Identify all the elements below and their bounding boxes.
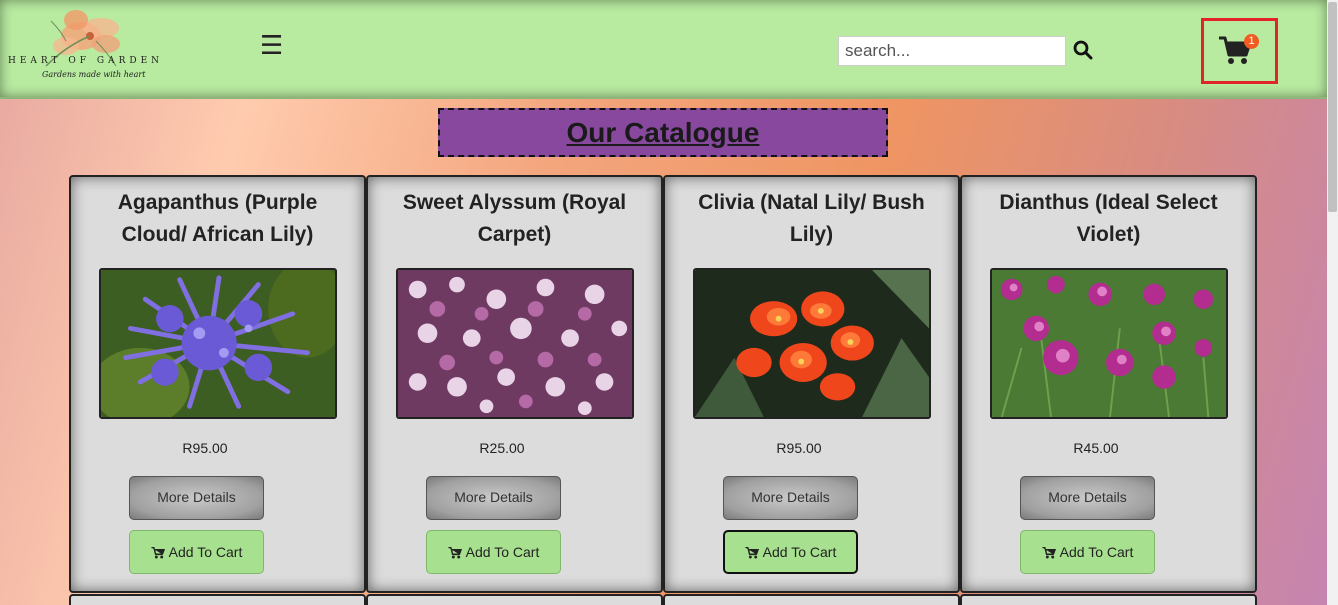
add-to-cart-button[interactable]: Add To Cart xyxy=(1020,530,1155,574)
product-name: Agapanthus (Purple Cloud/ African Lily) xyxy=(117,191,318,246)
more-details-button[interactable]: More Details xyxy=(1020,476,1155,520)
product-card-next-row xyxy=(366,594,663,605)
site-header: HEART OF GARDEN Gardens made with heart … xyxy=(0,0,1327,99)
logo-tagline: Gardens made with heart xyxy=(42,70,146,79)
product-card: Dianthus (Ideal Select Violet) R45.00 Mo… xyxy=(960,175,1257,593)
more-details-button[interactable]: More Details xyxy=(723,476,858,520)
product-card-next-row xyxy=(960,594,1257,605)
product-card: Clivia (Natal Lily/ Bush Lily) R95.00 Mo… xyxy=(663,175,960,593)
cart-icon xyxy=(745,546,759,559)
add-to-cart-label: Add To Cart xyxy=(168,544,243,560)
cart-button[interactable]: 1 xyxy=(1201,18,1278,84)
product-name: Clivia (Natal Lily/ Bush Lily) xyxy=(698,191,925,246)
page-scrollbar[interactable] xyxy=(1327,0,1338,605)
add-to-cart-label: Add To Cart xyxy=(762,544,837,560)
product-card-next-row xyxy=(69,594,366,605)
product-image[interactable] xyxy=(99,268,337,419)
search-icon[interactable] xyxy=(1073,40,1095,62)
product-price: R95.00 xyxy=(776,440,822,456)
flower-logo-icon xyxy=(45,10,120,67)
scrollbar-thumb[interactable] xyxy=(1328,2,1337,212)
product-name: Dianthus (Ideal Select Violet) xyxy=(999,191,1218,246)
product-price: R95.00 xyxy=(182,440,228,456)
add-to-cart-button[interactable]: Add To Cart xyxy=(723,530,858,574)
product-card-next-row xyxy=(663,594,960,605)
product-name: Sweet Alyssum (Royal Carpet) xyxy=(402,191,627,246)
add-to-cart-label: Add To Cart xyxy=(465,544,540,560)
cart-icon xyxy=(448,546,462,559)
product-price: R25.00 xyxy=(479,440,525,456)
site-logo[interactable]: HEART OF GARDEN Gardens made with heart xyxy=(6,6,171,92)
add-to-cart-button[interactable]: Add To Cart xyxy=(129,530,264,574)
more-details-button[interactable]: More Details xyxy=(426,476,561,520)
cart-icon xyxy=(151,546,165,559)
hamburger-icon[interactable]: ☰ xyxy=(260,30,284,60)
search-input[interactable] xyxy=(838,36,1066,66)
cart-count-badge: 1 xyxy=(1244,34,1259,49)
product-image[interactable] xyxy=(693,268,931,419)
add-to-cart-label: Add To Cart xyxy=(1059,544,1134,560)
product-card: Sweet Alyssum (Royal Carpet) R25.00 More… xyxy=(366,175,663,593)
catalogue-title: Our Catalogue xyxy=(438,108,888,157)
product-price: R45.00 xyxy=(1073,440,1119,456)
add-to-cart-button[interactable]: Add To Cart xyxy=(426,530,561,574)
logo-text: HEART OF GARDEN xyxy=(8,56,164,66)
more-details-button[interactable]: More Details xyxy=(129,476,264,520)
cart-icon xyxy=(1042,546,1056,559)
product-image[interactable] xyxy=(396,268,634,419)
product-image[interactable] xyxy=(990,268,1228,419)
product-card: Agapanthus (Purple Cloud/ African Lily) … xyxy=(69,175,366,593)
